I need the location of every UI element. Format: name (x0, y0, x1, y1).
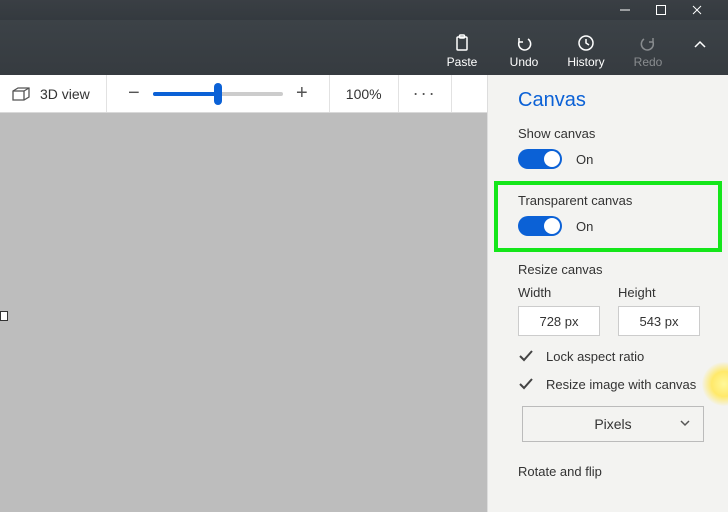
undo-label: Undo (510, 55, 539, 69)
resize-section: Resize canvas Width 728 px Height 543 px… (488, 262, 728, 454)
show-canvas-state: On (576, 152, 593, 167)
canvas-panel: Canvas Show canvas On Transparent canvas… (487, 75, 728, 512)
transparent-canvas-toggle[interactable] (518, 216, 562, 236)
show-canvas-toggle[interactable] (518, 149, 562, 169)
selection-handle[interactable] (0, 311, 8, 321)
view-toolbar: 3D view − + 100% ··· (0, 75, 487, 113)
minimize-icon[interactable] (618, 3, 632, 17)
3d-cube-icon (12, 87, 30, 101)
panel-title: Canvas (488, 75, 728, 126)
close-icon[interactable] (690, 3, 704, 17)
transparent-canvas-label: Transparent canvas (518, 193, 704, 208)
zoom-controls: − + (107, 75, 330, 112)
zoom-slider[interactable] (153, 92, 283, 96)
check-icon (518, 376, 534, 392)
more-menu-button[interactable]: ··· (399, 75, 452, 112)
workspace-canvas[interactable] (0, 113, 487, 512)
window-titlebar (0, 0, 728, 20)
width-input[interactable]: 728 px (518, 306, 600, 336)
maximize-icon[interactable] (654, 3, 668, 17)
zoom-readout[interactable]: 100% (330, 75, 399, 112)
resize-canvas-label: Resize canvas (518, 262, 708, 277)
undo-icon (514, 33, 534, 53)
lock-aspect-ratio-checkbox[interactable]: Lock aspect ratio (518, 348, 708, 364)
3d-view-button[interactable]: 3D view (0, 75, 107, 112)
zoom-out-button[interactable]: − (121, 81, 147, 107)
resize-image-label: Resize image with canvas (546, 377, 696, 392)
3d-view-label: 3D view (40, 86, 90, 102)
width-label: Width (518, 285, 600, 300)
show-canvas-label: Show canvas (518, 126, 708, 141)
unit-dropdown[interactable]: Pixels (522, 406, 704, 442)
undo-button[interactable]: Undo (504, 33, 544, 69)
collapse-ribbon-button[interactable] (690, 35, 710, 55)
ribbon: Paste Undo History Redo (0, 20, 728, 75)
history-icon (576, 33, 596, 53)
height-label: Height (618, 285, 700, 300)
transparent-canvas-section: Transparent canvas On (494, 181, 722, 252)
paste-label: Paste (447, 55, 478, 69)
history-label: History (567, 55, 604, 69)
transparent-canvas-state: On (576, 219, 593, 234)
chevron-down-icon (679, 416, 691, 432)
lock-aspect-label: Lock aspect ratio (546, 349, 644, 364)
rotate-flip-label: Rotate and flip (488, 454, 728, 479)
zoom-percent: 100% (346, 86, 382, 102)
redo-label: Redo (634, 55, 663, 69)
zoom-in-button[interactable]: + (289, 81, 315, 107)
show-canvas-section: Show canvas On (488, 126, 728, 181)
paste-button[interactable]: Paste (442, 33, 482, 69)
height-input[interactable]: 543 px (618, 306, 700, 336)
clipboard-icon (452, 33, 472, 53)
zoom-thumb[interactable] (214, 83, 222, 105)
redo-icon (638, 33, 658, 53)
history-button[interactable]: History (566, 33, 606, 69)
redo-button: Redo (628, 33, 668, 69)
check-icon (518, 348, 534, 364)
unit-value: Pixels (594, 416, 631, 432)
resize-image-checkbox[interactable]: Resize image with canvas (518, 376, 708, 392)
